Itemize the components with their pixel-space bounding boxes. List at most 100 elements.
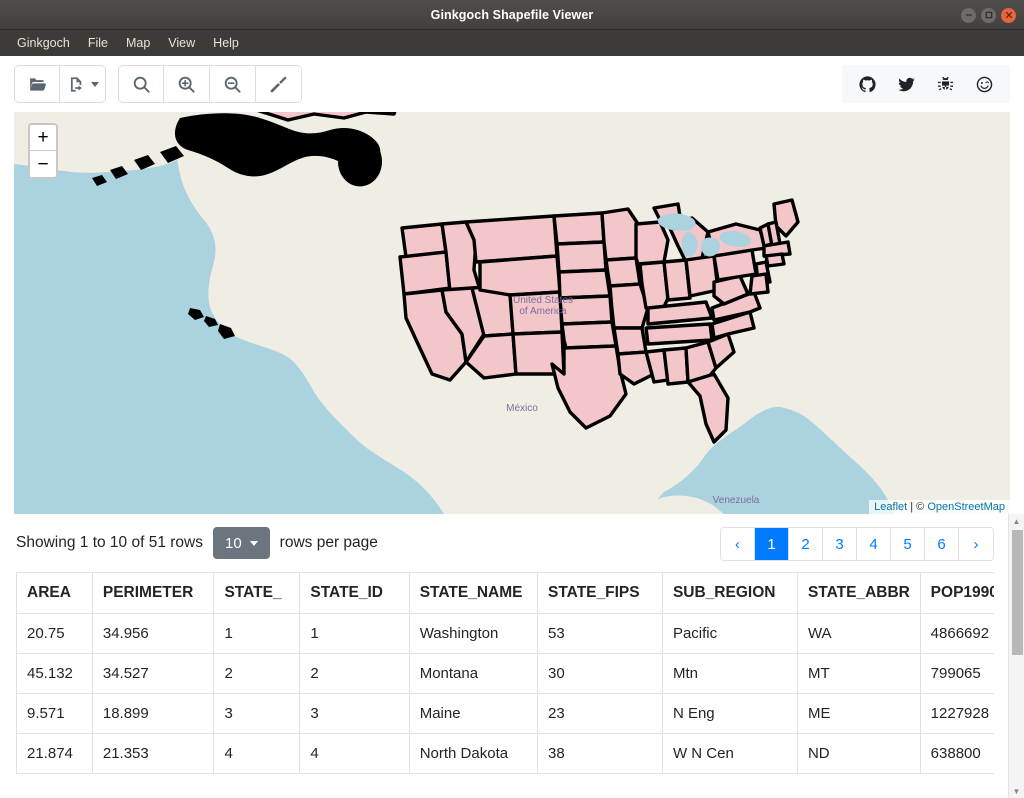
table-row[interactable]: 20.75 34.956 1 1 Washington 53 Pacific W… [16, 613, 994, 654]
bug-icon [938, 76, 953, 90]
table-row[interactable]: 9.571 18.899 3 3 Maine 23 N Eng ME 12279… [16, 693, 994, 734]
cell-state-abbr: ME [796, 693, 921, 734]
menu-item-ginkgoch[interactable]: Ginkgoch [8, 33, 79, 53]
clear-button[interactable] [256, 65, 302, 103]
page-6-button[interactable]: 6 [925, 528, 959, 560]
cell-state-id: 4 [299, 733, 410, 774]
map-graphic: United States of America México Venezuel… [14, 112, 1010, 514]
cell-area: 45.132 [16, 653, 93, 694]
cell-sub-region: Pacific [661, 613, 798, 654]
cell-area: 21.874 [16, 733, 93, 774]
table-row[interactable]: 45.132 34.527 2 2 Montana 30 Mtn MT 7990… [16, 653, 994, 694]
menu-item-view[interactable]: View [159, 33, 204, 53]
column-header-state[interactable]: STATE_ [213, 572, 301, 614]
cell-pop1990: 4866692 [919, 613, 994, 654]
cell-state: 2 [213, 653, 301, 694]
menu-item-map[interactable]: Map [117, 33, 159, 53]
export-dropdown-caret-icon[interactable] [90, 81, 99, 87]
search-button[interactable] [118, 65, 164, 103]
page-2-button[interactable]: 2 [789, 528, 823, 560]
cell-state-abbr: WA [796, 613, 921, 654]
github-link[interactable] [848, 69, 887, 99]
cell-state-fips: 30 [537, 653, 663, 694]
open-file-button[interactable] [14, 65, 60, 103]
file-button-group [14, 65, 106, 103]
menu-bar: Ginkgoch File Map View Help [0, 30, 1024, 56]
page-1-button[interactable]: 1 [755, 528, 789, 560]
map-zoom-in-button[interactable]: + [30, 125, 56, 151]
scroll-up-arrow-icon[interactable]: ▲ [1009, 514, 1024, 528]
rows-per-page-value: 10 [224, 534, 242, 552]
cell-pop1990: 1227928 [919, 693, 994, 734]
cell-perimeter: 21.353 [91, 733, 215, 774]
map-label-venezuela: Venezuela [713, 495, 760, 506]
close-button[interactable] [1001, 7, 1016, 23]
map-zoom-out-button[interactable]: − [30, 151, 56, 177]
menu-item-help[interactable]: Help [204, 33, 248, 53]
leaflet-link[interactable]: Leaflet [874, 501, 907, 513]
broom-icon [270, 76, 287, 92]
column-header-sub-region[interactable]: SUB_REGION [661, 572, 798, 614]
vertical-scrollbar[interactable]: ▲ ▼ [1008, 514, 1024, 798]
column-header-state-name[interactable]: STATE_NAME [408, 572, 539, 614]
scroll-down-arrow-icon[interactable]: ▼ [1009, 784, 1024, 798]
column-header-pop1990[interactable]: POP1990 [919, 572, 994, 614]
window-controls [961, 0, 1016, 30]
zoom-in-icon [178, 76, 195, 93]
cell-state-id: 2 [299, 653, 410, 694]
openstreetmap-link[interactable]: OpenStreetMap [927, 501, 1005, 513]
rows-per-page-select[interactable]: 10 [212, 527, 270, 559]
twitter-link[interactable] [887, 69, 926, 99]
window-title: Ginkgoch Shapefile Viewer [430, 7, 594, 22]
export-button[interactable] [60, 65, 106, 103]
table-header-row: AREA PERIMETER STATE_ STATE_ID STATE_NAM… [16, 572, 994, 614]
pagination: ‹ 1 2 3 4 5 6 › [720, 527, 994, 561]
column-header-perimeter[interactable]: PERIMETER [91, 572, 215, 614]
social-links [842, 65, 1010, 103]
cell-sub-region: W N Cen [661, 733, 798, 774]
scrollbar-thumb[interactable] [1012, 530, 1023, 655]
file-export-icon [70, 76, 82, 92]
chevron-down-icon [249, 540, 258, 546]
page-5-button[interactable]: 5 [891, 528, 925, 560]
feedback-link[interactable] [965, 69, 1004, 99]
copyright-symbol: © [916, 501, 928, 513]
menu-item-file[interactable]: File [79, 33, 117, 53]
minimize-button[interactable] [961, 7, 976, 23]
maximize-button[interactable] [981, 7, 996, 23]
attribute-table-scroll[interactable]: AREA PERIMETER STATE_ STATE_ID STATE_NAM… [16, 572, 994, 798]
title-bar: Ginkgoch Shapefile Viewer [0, 0, 1024, 30]
cell-pop1990: 638800 [919, 733, 994, 774]
page-4-button[interactable]: 4 [857, 528, 891, 560]
toolbar [0, 56, 1024, 112]
page-3-button[interactable]: 3 [823, 528, 857, 560]
zoom-out-icon [224, 76, 241, 93]
rows-per-page-label: rows per page [279, 534, 378, 551]
prev-page-button[interactable]: ‹ [721, 528, 755, 560]
map-zoom-controls: + − [28, 123, 58, 179]
maximize-icon [985, 11, 992, 19]
cell-state-abbr: MT [796, 653, 921, 694]
folder-open-icon [29, 77, 46, 91]
zoom-in-button[interactable] [164, 65, 210, 103]
bug-report-link[interactable] [926, 69, 965, 99]
app-window: Ginkgoch Shapefile Viewer Ginkgoch File [0, 0, 1024, 798]
column-header-state-abbr[interactable]: STATE_ABBR [796, 572, 921, 614]
map-canvas[interactable]: United States of America México Venezuel… [14, 112, 1010, 514]
cell-state-name: North Dakota [408, 733, 539, 774]
map-tools-group [118, 65, 302, 103]
cell-state: 4 [213, 733, 301, 774]
data-panel: Showing 1 to 10 of 51 rows 10 rows per p… [0, 514, 1024, 798]
cell-state-abbr: ND [796, 733, 921, 774]
map-label-mexico: México [506, 403, 538, 414]
cell-area: 20.75 [16, 613, 93, 654]
column-header-state-fips[interactable]: STATE_FIPS [537, 572, 663, 614]
column-header-area[interactable]: AREA [16, 572, 93, 614]
cell-state-fips: 38 [537, 733, 663, 774]
zoom-out-button[interactable] [210, 65, 256, 103]
next-page-button[interactable]: › [959, 528, 993, 560]
cell-pop1990: 799065 [919, 653, 994, 694]
column-header-state-id[interactable]: STATE_ID [299, 572, 410, 614]
table-row[interactable]: 21.874 21.353 4 4 North Dakota 38 W N Ce… [16, 733, 994, 774]
cell-state-id: 1 [299, 613, 410, 654]
